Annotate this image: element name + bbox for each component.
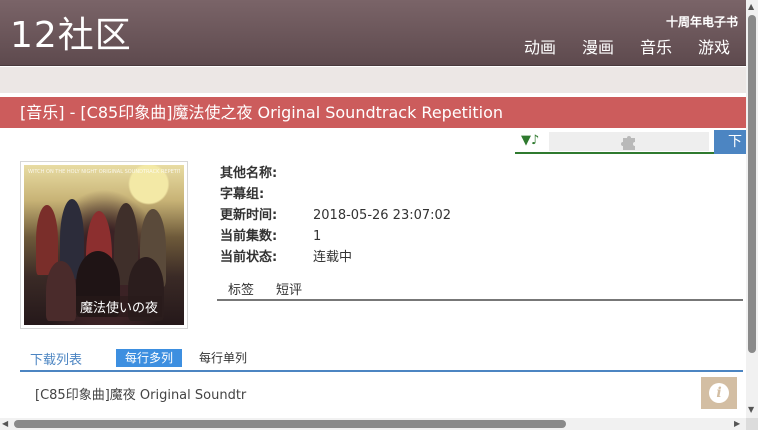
puzzle-icon bbox=[621, 135, 635, 150]
info-row-episode-count: 当前集数: 1 bbox=[220, 226, 451, 247]
layout-multi-column-button[interactable]: 每行多列 bbox=[116, 349, 183, 367]
scroll-down-arrow-icon[interactable]: ▼ bbox=[748, 405, 754, 414]
info-value: 连载中 bbox=[313, 250, 353, 265]
info-fields: 其他名称: 字幕组: 更新时间: 2018-05-26 23:07:02 当前集… bbox=[220, 163, 451, 268]
cover-topline: WITCH ON THE HOLY NIGHT ORIGINAL SOUNDTR… bbox=[28, 169, 180, 175]
player-plugin-area[interactable] bbox=[549, 132, 709, 151]
page-title: [音乐] - [C85印象曲]魔法使之夜 Original Soundtrack… bbox=[0, 97, 746, 128]
scrollbar-corner bbox=[746, 418, 758, 430]
info-row-status: 当前状态: 连载中 bbox=[220, 247, 451, 268]
info-row-other-names: 其他名称: bbox=[220, 163, 451, 184]
info-row-subtitle-group: 字幕组: bbox=[220, 184, 451, 205]
info-icon: i bbox=[709, 383, 729, 403]
ebook-link[interactable]: 十周年电子书 bbox=[666, 13, 738, 30]
download-list-title[interactable]: 下载列表 bbox=[30, 349, 82, 368]
player-toggle-icon[interactable]: ▼♪ bbox=[521, 133, 539, 148]
download-list-item[interactable]: [C85印象曲]魔夜 Original Soundtr bbox=[35, 384, 246, 403]
site-logo[interactable]: 12社区 bbox=[10, 14, 132, 58]
nav-item-anime[interactable]: 动画 bbox=[524, 38, 556, 58]
tab-tags[interactable]: 标签 bbox=[217, 281, 265, 299]
main-nav: 动画 漫画 音乐 游戏 bbox=[524, 38, 730, 58]
scroll-left-arrow-icon[interactable]: ◀ bbox=[2, 419, 8, 428]
nav-item-music[interactable]: 音乐 bbox=[640, 38, 672, 58]
info-row-update-time: 更新时间: 2018-05-26 23:07:02 bbox=[220, 205, 451, 226]
info-button[interactable]: i bbox=[701, 377, 737, 409]
music-player-bar: ▼♪ bbox=[515, 130, 714, 154]
info-label: 当前集数: bbox=[220, 229, 278, 244]
vertical-scrollbar[interactable]: ▲ ▼ bbox=[746, 0, 758, 418]
sub-header-strip bbox=[0, 67, 746, 93]
nav-item-games[interactable]: 游戏 bbox=[698, 38, 730, 58]
album-cover: WITCH ON THE HOLY NIGHT ORIGINAL SOUNDTR… bbox=[20, 161, 188, 329]
horizontal-scrollbar[interactable]: ◀ ▶ bbox=[0, 418, 746, 430]
info-label: 当前状态: bbox=[220, 250, 278, 265]
tab-short-reviews[interactable]: 短评 bbox=[265, 281, 313, 299]
info-value: 2018-05-26 23:07:02 bbox=[313, 208, 452, 223]
horizontal-scroll-thumb[interactable] bbox=[14, 420, 566, 428]
info-value: 1 bbox=[313, 229, 322, 244]
scroll-right-arrow-icon[interactable]: ▶ bbox=[734, 419, 740, 428]
download-tab[interactable]: 下 bbox=[714, 130, 746, 154]
detail-tabs: 标签 短评 bbox=[217, 281, 743, 301]
cover-caption: 魔法使いの夜 bbox=[76, 296, 163, 317]
vertical-scroll-thumb[interactable] bbox=[748, 15, 756, 353]
nav-item-manga[interactable]: 漫画 bbox=[582, 38, 614, 58]
layout-single-column-button[interactable]: 每行单列 bbox=[190, 349, 256, 367]
info-label: 字幕组: bbox=[220, 187, 265, 202]
info-label: 其他名称: bbox=[220, 166, 278, 181]
download-list-bar: 下载列表 每行多列 每行单列 bbox=[20, 348, 743, 372]
site-header: 12社区 十周年电子书 动画 漫画 音乐 游戏 bbox=[0, 0, 746, 66]
album-cover-art: WITCH ON THE HOLY NIGHT ORIGINAL SOUNDTR… bbox=[24, 165, 184, 325]
scroll-up-arrow-icon[interactable]: ▲ bbox=[748, 2, 754, 11]
info-label: 更新时间: bbox=[220, 208, 278, 223]
